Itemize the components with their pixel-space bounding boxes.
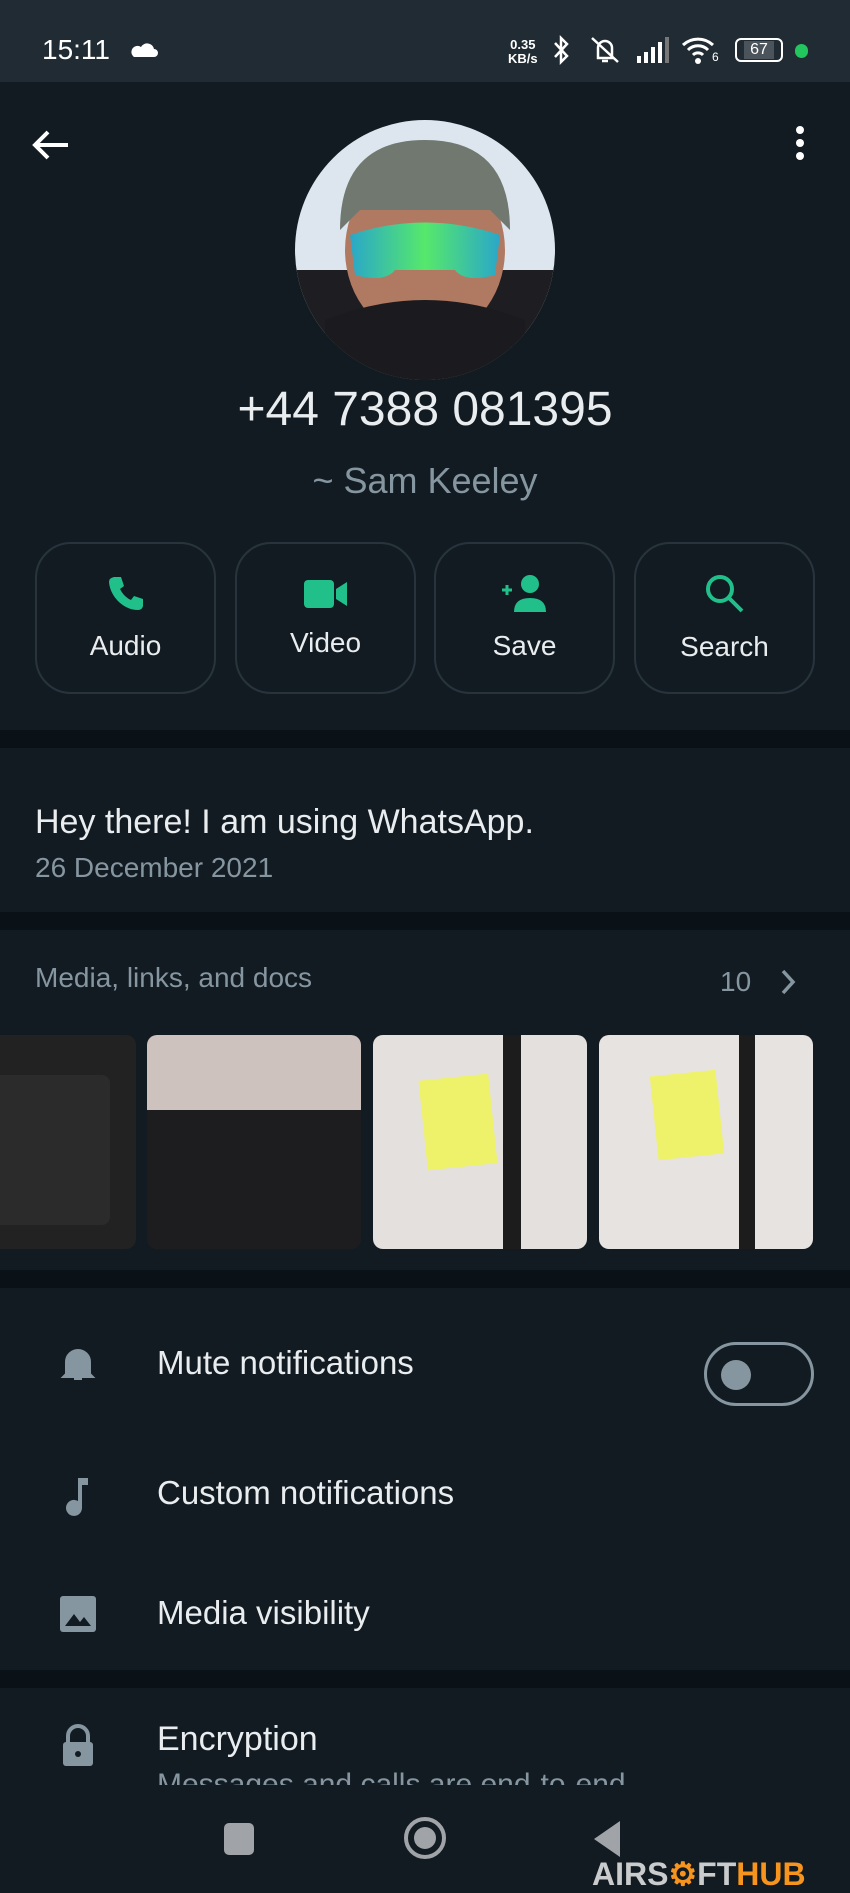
divider <box>0 1270 850 1288</box>
video-icon <box>303 580 347 608</box>
search-icon <box>705 575 743 613</box>
music-note-icon <box>66 1478 88 1516</box>
cloud-icon <box>131 43 158 57</box>
navigation-bar: AIRS⚙FTHUB <box>0 1785 850 1892</box>
custom-notifications-label: Custom notifications <box>157 1474 455 1511</box>
net-speed-value: 0.35 <box>510 37 536 52</box>
status-bar: 15:11 0.35 KB/s 6 67 <box>0 0 850 82</box>
net-speed: 0.35 KB/s <box>508 38 538 66</box>
mute-vibrate-icon <box>591 37 619 63</box>
privacy-indicator-dot <box>795 44 808 58</box>
mute-notifications-row[interactable]: Mute notifications <box>0 1306 850 1416</box>
media-count[interactable]: 10 <box>720 966 751 998</box>
save-label: Save <box>492 630 557 661</box>
video-label: Video <box>289 627 362 658</box>
clock: 15:11 <box>42 34 110 65</box>
back-arrow-icon[interactable] <box>30 127 72 163</box>
audio-call-button[interactable]: Audio <box>35 542 216 694</box>
save-contact-button[interactable]: Save <box>434 542 615 694</box>
search-label: Search <box>680 631 769 662</box>
phone-icon <box>108 577 143 610</box>
net-speed-unit: KB/s <box>508 51 538 66</box>
video-call-button[interactable]: Video <box>235 542 416 694</box>
media-thumbnail[interactable] <box>0 1035 136 1249</box>
avatar[interactable] <box>295 120 555 380</box>
contact-name: ~ Sam Keeley <box>312 460 538 501</box>
lock-icon <box>63 1724 93 1766</box>
custom-notifications-row[interactable]: Custom notifications <box>0 1436 850 1546</box>
bluetooth-icon <box>554 34 569 66</box>
encryption-label: Encryption <box>157 1720 318 1758</box>
bell-icon <box>60 1349 96 1380</box>
divider <box>0 1670 850 1688</box>
about-text: Hey there! I am using WhatsApp. <box>35 803 534 841</box>
home-button[interactable] <box>402 1815 448 1861</box>
about-section[interactable]: Hey there! I am using WhatsApp. 26 Decem… <box>0 748 850 912</box>
image-icon <box>60 1596 96 1632</box>
watermark-logo: AIRS⚙FTHUB <box>592 1856 806 1892</box>
media-thumbnail[interactable] <box>599 1035 813 1249</box>
add-contact-icon <box>501 575 546 612</box>
battery-level: 67 <box>744 41 774 59</box>
divider <box>0 912 850 930</box>
media-title[interactable]: Media, links, and docs <box>35 962 312 994</box>
more-options-icon[interactable] <box>790 124 810 164</box>
signal-icon <box>637 37 669 63</box>
media-thumbnail[interactable] <box>147 1035 361 1249</box>
chevron-right-icon[interactable] <box>778 968 798 996</box>
back-button[interactable] <box>592 1819 622 1859</box>
media-visibility-label: Media visibility <box>157 1594 370 1631</box>
mute-notifications-label: Mute notifications <box>157 1344 414 1381</box>
settings-section: Mute notifications Custom notifications … <box>0 1288 850 1670</box>
media-visibility-row[interactable]: Media visibility <box>0 1556 850 1666</box>
contact-phone: +44 7388 081395 <box>237 383 613 436</box>
mute-toggle[interactable] <box>704 1342 814 1406</box>
audio-label: Audio <box>89 630 162 661</box>
divider <box>0 730 850 748</box>
search-button[interactable]: Search <box>634 542 815 694</box>
recents-button[interactable] <box>224 1823 254 1855</box>
encryption-row[interactable]: Encryption Messages and calls are end-to… <box>0 1688 850 1801</box>
media-thumbnail[interactable] <box>373 1035 587 1249</box>
battery-icon: 67 <box>735 38 783 62</box>
about-date: 26 December 2021 <box>35 852 274 883</box>
wifi-label: 6 <box>712 50 719 64</box>
